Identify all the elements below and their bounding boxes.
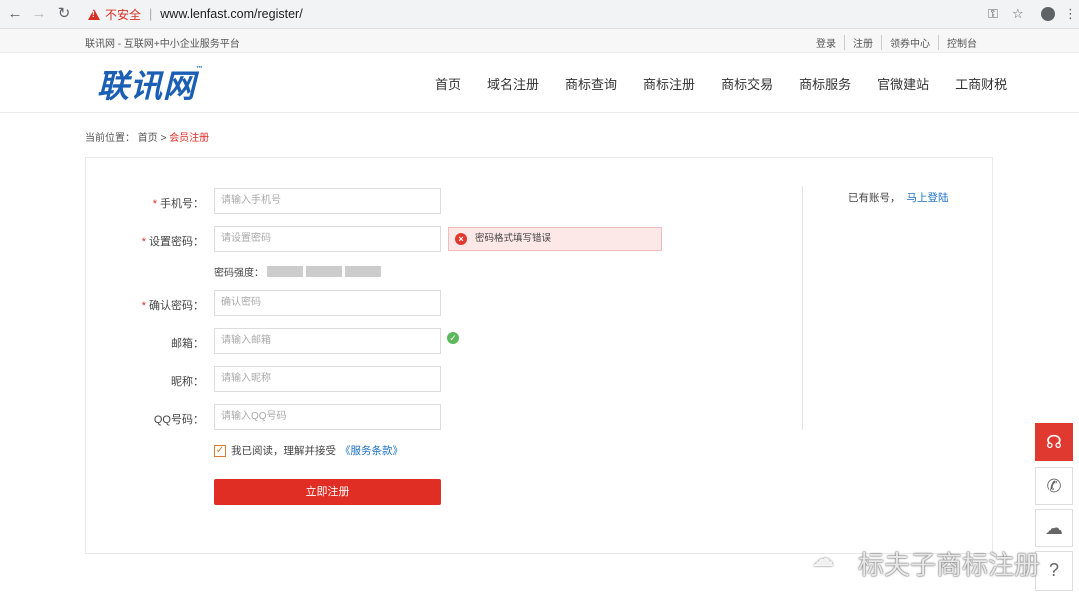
headset-icon: ☊: [1046, 432, 1062, 452]
breadcrumb-current: 会员注册: [169, 133, 210, 144]
strength-bar-weak: [267, 266, 303, 277]
password-error-tip: × 密码格式填写错误: [448, 227, 662, 251]
check-icon: ✓: [447, 332, 459, 344]
password-input[interactable]: 请设置密码: [214, 226, 441, 252]
site-tagline: 联讯网 - 互联网+中小企业服务平台: [85, 39, 240, 50]
login-link[interactable]: 马上登陆: [907, 192, 949, 204]
feedback-button[interactable]: ?: [1035, 551, 1073, 591]
agree-checkbox[interactable]: ✓: [214, 444, 226, 457]
watermark-text: 标夫子商标注册: [858, 551, 1041, 581]
warning-icon: [88, 8, 100, 20]
top-link-register[interactable]: 注册: [844, 35, 881, 50]
confirm-password-input[interactable]: 确认密码: [214, 290, 441, 316]
wechat-watermark-icon: ☁: [812, 546, 834, 571]
terms-link[interactable]: 《服务条款》: [340, 443, 403, 458]
top-links: 登录 注册 领券中心 控制台: [808, 35, 985, 50]
address-separator: |: [149, 7, 153, 21]
menu-icon[interactable]: ⋮: [1064, 5, 1077, 23]
top-link-console[interactable]: 控制台: [938, 35, 985, 50]
top-link-coupons[interactable]: 领券中心: [881, 35, 938, 50]
phone-input[interactable]: 请输入手机号: [214, 188, 441, 214]
login-text: 已有账号，: [848, 192, 901, 204]
breadcrumb-prefix: 当前位置：: [85, 133, 135, 144]
wechat-button[interactable]: ☁: [1035, 509, 1073, 547]
site-logo[interactable]: 联讯网™: [97, 61, 204, 107]
wechat-icon: ☁: [1045, 518, 1063, 538]
password-strength: 密码强度：: [214, 264, 381, 279]
top-link-login[interactable]: 登录: [808, 35, 844, 50]
nav-item-tm-search[interactable]: 商标查询: [565, 74, 617, 93]
nav-item-home[interactable]: 首页: [435, 74, 461, 93]
panel-divider: [802, 186, 803, 430]
password-error-text: 密码格式填写错误: [475, 233, 552, 244]
browser-toolbar: ← → ↻ 不安全 | www.lenfast.com/register/ ⚿ …: [0, 0, 1079, 29]
breadcrumb-home[interactable]: 首页: [138, 133, 158, 144]
error-icon: ×: [455, 233, 467, 245]
nav-item-tm-register[interactable]: 商标注册: [643, 74, 695, 93]
confirm-label: * 确认密码：: [141, 300, 204, 312]
breadcrumb-separator: >: [160, 133, 167, 144]
reload-icon[interactable]: ↻: [55, 5, 73, 23]
strength-bar-medium: [306, 266, 342, 277]
agree-text: 我已阅读，理解并接受: [231, 445, 336, 457]
register-button[interactable]: 立即注册: [214, 479, 441, 505]
back-icon[interactable]: ←: [6, 5, 24, 23]
breadcrumb: 当前位置： 首页 > 会员注册: [85, 129, 209, 144]
login-prompt: 已有账号， 马上登陆: [848, 190, 949, 205]
site-topbar: 联讯网 - 互联网+中小企业服务平台 登录 注册 领券中心 控制台: [0, 29, 1079, 53]
address-bar[interactable]: 不安全 | www.lenfast.com/register/: [82, 3, 1067, 25]
security-status: 不安全: [105, 7, 142, 22]
phone-button[interactable]: ✆: [1035, 467, 1073, 505]
nav-item-tm-service[interactable]: 商标服务: [799, 74, 851, 93]
nav-item-domain[interactable]: 域名注册: [487, 74, 539, 93]
forward-icon[interactable]: →: [30, 5, 48, 23]
nav-item-website[interactable]: 官微建站: [877, 74, 929, 93]
nav-item-tm-trade[interactable]: 商标交易: [721, 74, 773, 93]
nickname-input[interactable]: 请输入昵称: [214, 366, 441, 392]
main-nav: 首页 域名注册 商标查询 商标注册 商标交易 商标服务 官微建站 工商财税: [422, 74, 1020, 93]
nickname-label: 昵称：: [171, 376, 204, 388]
site-header: 联讯网™ 首页 域名注册 商标查询 商标注册 商标交易 商标服务 官微建站 工商…: [0, 53, 1079, 113]
qq-input[interactable]: 请输入QQ号码: [214, 404, 441, 430]
star-icon[interactable]: ☆: [1012, 5, 1024, 23]
phone-icon: ✆: [1046, 476, 1062, 496]
phone-label: * 手机号：: [152, 198, 204, 210]
customer-service-button[interactable]: ☊: [1035, 423, 1073, 461]
email-label: 邮箱：: [171, 338, 204, 350]
email-input[interactable]: 请输入邮箱: [214, 328, 441, 354]
agreement-row: ✓ 我已阅读，理解并接受 《服务条款》: [214, 443, 403, 458]
nav-item-tax[interactable]: 工商财税: [955, 74, 1007, 93]
strength-bar-strong: [345, 266, 381, 277]
question-icon: ?: [1048, 560, 1059, 580]
strength-label: 密码强度：: [214, 268, 264, 279]
qq-label: QQ号码：: [153, 414, 204, 426]
profile-avatar-icon[interactable]: [1041, 7, 1055, 21]
url-text: www.lenfast.com/register/: [160, 7, 303, 21]
key-icon[interactable]: ⚿: [988, 5, 998, 23]
password-label: * 设置密码：: [141, 236, 204, 248]
